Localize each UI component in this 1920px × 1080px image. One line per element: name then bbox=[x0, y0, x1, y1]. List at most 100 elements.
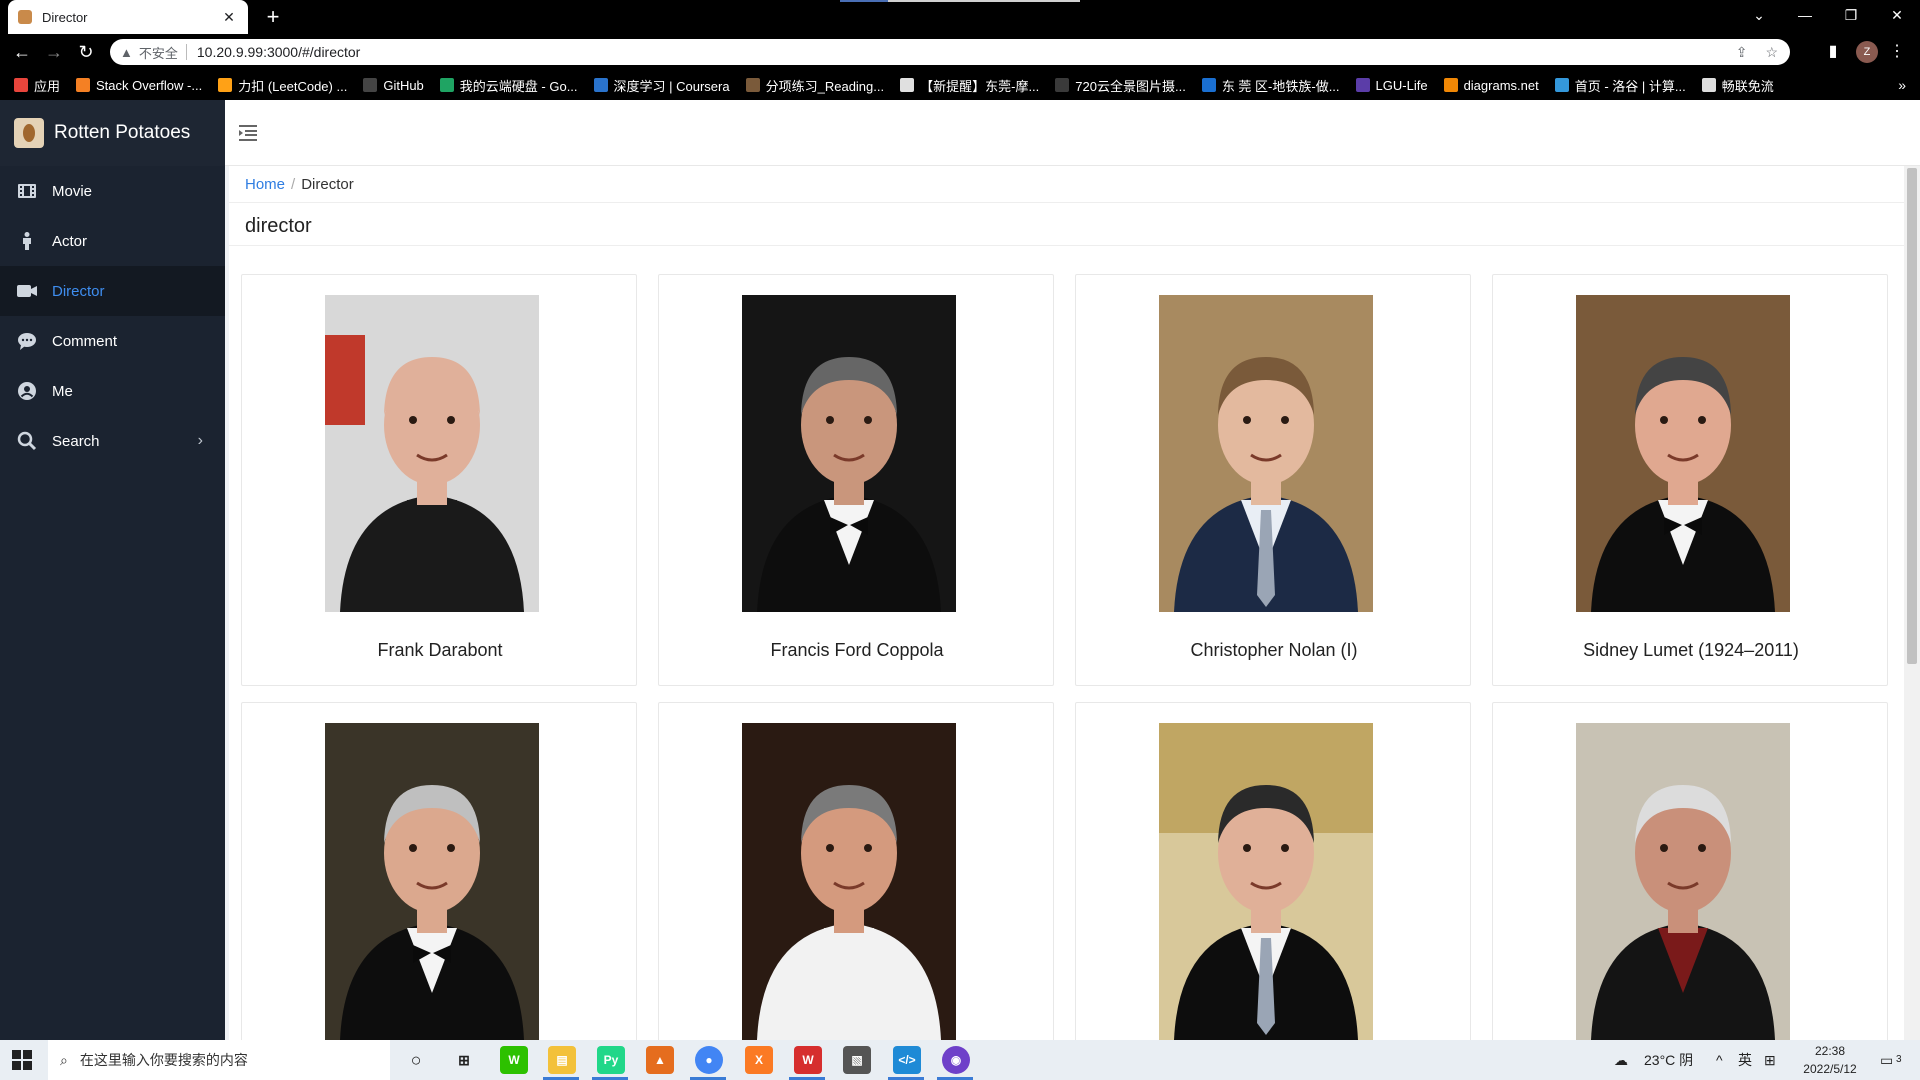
github-desktop-icon[interactable]: ◉ bbox=[942, 1046, 970, 1074]
bookmark-favicon-icon bbox=[1201, 78, 1216, 92]
director-photo-frame[interactable] bbox=[1576, 295, 1790, 612]
close-tab-icon[interactable]: ✕ bbox=[220, 9, 238, 26]
bookmark-item[interactable]: 东 莞 区-地铁族-做... bbox=[1201, 76, 1340, 95]
matlab-icon[interactable]: ▲ bbox=[646, 1046, 674, 1074]
director-name[interactable]: Frank Darabont bbox=[242, 640, 638, 661]
new-tab-button[interactable]: + bbox=[260, 4, 286, 30]
chrome-icon[interactable]: ● bbox=[695, 1046, 723, 1074]
bookmark-item[interactable]: 深度学习 | Coursera bbox=[593, 76, 730, 95]
wps-icon[interactable]: W bbox=[794, 1046, 822, 1074]
director-card[interactable]: Sidney Lumet (1924–2011) bbox=[1492, 274, 1888, 686]
sidebar-item-actor[interactable]: Actor bbox=[0, 216, 225, 266]
breadcrumb-home-link[interactable]: Home bbox=[245, 176, 285, 193]
sidebar-item-director[interactable]: Director bbox=[0, 266, 225, 316]
director-photo-frame[interactable] bbox=[325, 295, 539, 612]
director-card[interactable] bbox=[658, 702, 1054, 1040]
more-bookmarks-icon[interactable]: » bbox=[1898, 70, 1906, 100]
taskbar-clock[interactable]: 22:38 2022/5/12 bbox=[1790, 1042, 1870, 1078]
browser-tab-strip: Director ✕ + ⌄ — ❐ ✕ bbox=[0, 0, 1920, 34]
url-text[interactable]: 10.20.9.99:3000/#/director bbox=[197, 44, 360, 60]
brand[interactable]: Rotten Potatoes bbox=[0, 100, 225, 166]
bookmark-item[interactable]: 畅联免流 bbox=[1701, 76, 1774, 95]
reload-icon[interactable]: ↻ bbox=[72, 38, 100, 66]
sidebar-item-comment[interactable]: Comment bbox=[0, 316, 225, 366]
bookmark-item[interactable]: LGU-Life bbox=[1355, 78, 1428, 93]
director-photo-frame[interactable] bbox=[1576, 723, 1790, 1040]
director-card[interactable] bbox=[1075, 702, 1471, 1040]
app-header bbox=[225, 100, 1920, 166]
sidebar-item-me[interactable]: Me bbox=[0, 366, 225, 416]
pycharm-icon[interactable]: Py bbox=[597, 1046, 625, 1074]
director-photo-frame[interactable] bbox=[1159, 723, 1373, 1040]
page-scrollbar[interactable] bbox=[1904, 166, 1920, 1040]
restore-button[interactable]: ❐ bbox=[1828, 0, 1874, 30]
potato-logo-icon bbox=[14, 118, 44, 148]
minimize-button[interactable]: — bbox=[1782, 0, 1828, 30]
director-name[interactable]: Sidney Lumet (1924–2011) bbox=[1493, 640, 1889, 661]
profile-avatar[interactable]: Z bbox=[1856, 41, 1878, 63]
bookmark-item[interactable]: 力扣 (LeetCode) ... bbox=[218, 76, 347, 95]
director-photo-frame[interactable] bbox=[1159, 295, 1373, 612]
director-card[interactable] bbox=[241, 702, 637, 1040]
search-icon bbox=[16, 430, 38, 452]
bookmark-star-icon[interactable]: ☆ bbox=[1765, 44, 1778, 61]
vscode-icon[interactable]: </> bbox=[893, 1046, 921, 1074]
bookmark-item[interactable]: 720云全景图片摄... bbox=[1055, 76, 1186, 95]
sidebar-menu: Movie Actor Director Comment Me Search › bbox=[0, 166, 225, 466]
back-arrow-icon[interactable]: ← bbox=[8, 38, 36, 66]
bookmark-label: 【新提醒】东莞-摩... bbox=[920, 78, 1040, 94]
forward-arrow-icon[interactable]: → bbox=[40, 38, 68, 66]
director-name[interactable]: Francis Ford Coppola bbox=[659, 640, 1055, 661]
bookmark-label: 应用 bbox=[34, 78, 61, 94]
task-view-icon[interactable]: ⊞ bbox=[450, 1046, 478, 1074]
bookmark-item[interactable]: diagrams.net bbox=[1443, 78, 1539, 93]
bookmark-label: Stack Overflow -... bbox=[96, 77, 203, 93]
director-photo-frame[interactable] bbox=[742, 723, 956, 1040]
bookmark-item[interactable]: 我的云端硬盘 - Go... bbox=[439, 76, 578, 95]
wechat-icon[interactable]: W bbox=[500, 1046, 528, 1074]
chevron-right-icon: › bbox=[197, 432, 203, 449]
taskbar-search-box[interactable]: ⌕ 在这里输入你要搜索的内容 bbox=[48, 1040, 390, 1080]
browser-tab-director[interactable]: Director ✕ bbox=[8, 0, 248, 34]
photos-icon[interactable]: ▧ bbox=[843, 1046, 871, 1074]
close-window-button[interactable]: ✕ bbox=[1874, 0, 1920, 30]
file-explorer-icon[interactable]: ▤ bbox=[548, 1046, 576, 1074]
director-photo-frame[interactable] bbox=[742, 295, 956, 612]
tab-search-chevron-icon[interactable]: ⌄ bbox=[1736, 0, 1782, 30]
director-photo bbox=[1576, 723, 1790, 1040]
cortana-icon[interactable]: ○ bbox=[402, 1046, 430, 1074]
browser-menu-icon[interactable]: ⋮ bbox=[1883, 38, 1911, 66]
director-card[interactable]: Frank Darabont bbox=[241, 274, 637, 686]
sidebar-item-movie[interactable]: Movie bbox=[0, 166, 225, 216]
bookmark-label: 力扣 (LeetCode) ... bbox=[238, 78, 348, 94]
ime-mode-icon[interactable]: ⊞ bbox=[1764, 1040, 1776, 1080]
bookmark-item[interactable]: Stack Overflow -... bbox=[76, 78, 202, 93]
director-card[interactable]: Francis Ford Coppola bbox=[658, 274, 1054, 686]
address-bar[interactable]: ▲ 不安全 10.20.9.99:3000/#/director ⇪ ☆ bbox=[110, 39, 1790, 65]
bookmark-item[interactable]: 分项练习_Reading... bbox=[745, 76, 884, 95]
xampp-icon[interactable]: X bbox=[745, 1046, 773, 1074]
windows-start-icon[interactable] bbox=[12, 1050, 32, 1070]
tray-overflow-chevron-icon[interactable]: ^ bbox=[1716, 1040, 1723, 1080]
weather-text[interactable]: 23°C 阴 bbox=[1644, 1040, 1693, 1080]
director-card[interactable]: Christopher Nolan (I) bbox=[1075, 274, 1471, 686]
bookmark-item[interactable]: 应用 bbox=[14, 76, 60, 95]
bookmark-item[interactable]: 【新提醒】东莞-摩... bbox=[900, 76, 1039, 95]
breadcrumb-current: Director bbox=[301, 176, 354, 193]
bookmark-item[interactable]: 首页 - 洛谷 | 计算... bbox=[1554, 76, 1686, 95]
director-photo bbox=[742, 723, 956, 1040]
collapse-menu-icon[interactable] bbox=[237, 122, 259, 144]
director-photo-frame[interactable] bbox=[325, 723, 539, 1040]
director-name[interactable]: Christopher Nolan (I) bbox=[1076, 640, 1472, 661]
scrollbar-thumb[interactable] bbox=[1907, 168, 1917, 664]
notification-center-icon[interactable]: ▭ bbox=[1880, 1040, 1893, 1080]
weather-icon[interactable]: ☁ bbox=[1614, 1040, 1628, 1080]
director-card[interactable] bbox=[1492, 702, 1888, 1040]
sidebar-item-search[interactable]: Search › bbox=[0, 416, 225, 466]
side-panel-icon[interactable]: ▮ bbox=[1819, 38, 1847, 66]
person-icon bbox=[16, 230, 38, 252]
share-icon[interactable]: ⇪ bbox=[1736, 44, 1748, 61]
bookmark-item[interactable]: GitHub bbox=[363, 78, 424, 93]
ime-indicator[interactable]: 英 bbox=[1738, 1040, 1752, 1080]
bookmark-favicon-icon bbox=[218, 78, 233, 92]
